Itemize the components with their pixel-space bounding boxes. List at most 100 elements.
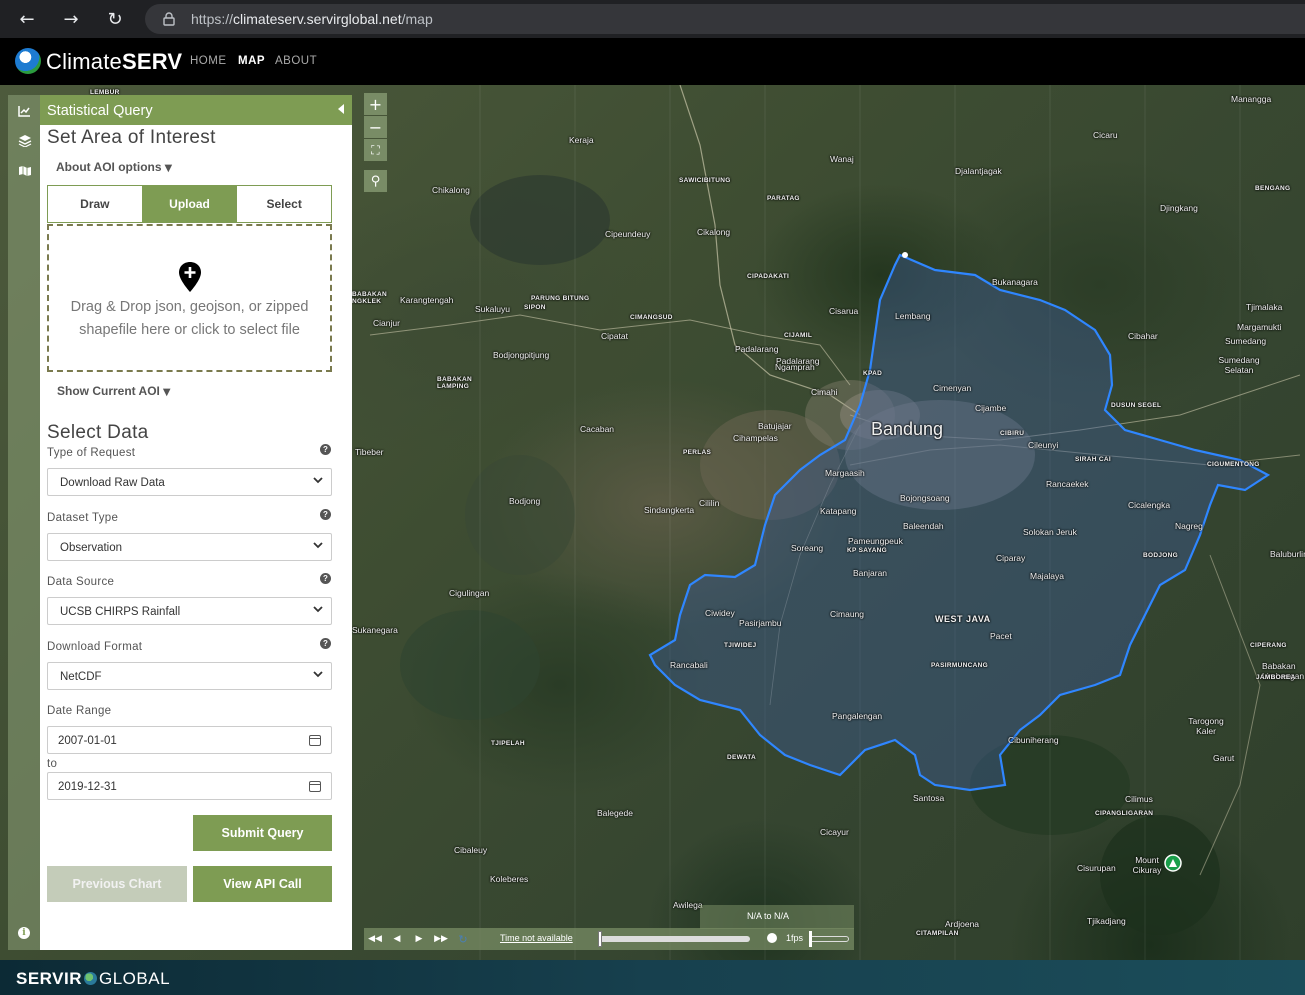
map-label: Pameungpeuk bbox=[848, 536, 903, 546]
map-label: Cimaung bbox=[830, 609, 865, 619]
zoom-out-button[interactable]: − bbox=[364, 116, 387, 138]
time-slider-track[interactable] bbox=[598, 936, 750, 942]
chart-icon[interactable] bbox=[17, 103, 32, 118]
map-label: DEWATA bbox=[727, 754, 756, 761]
map-label: Tarogong Kaler bbox=[1188, 716, 1224, 736]
about-aoi-toggle[interactable]: About AOI options ▼ bbox=[56, 160, 172, 174]
map-label: Sindangkerta bbox=[644, 505, 695, 515]
select-value: Download Raw Data bbox=[60, 477, 165, 489]
select-value: NetCDF bbox=[60, 671, 102, 683]
download-format-select[interactable]: NetCDF bbox=[47, 662, 332, 690]
map-label: Cikalong bbox=[697, 227, 731, 237]
url-scheme: https:// bbox=[191, 11, 234, 27]
help-icon[interactable]: ? bbox=[320, 444, 331, 455]
start-date-value: 2007-01-01 bbox=[58, 735, 117, 747]
fps-slider-handle[interactable] bbox=[809, 931, 812, 947]
map-label: Tjimalaka bbox=[1246, 302, 1283, 312]
map-label: CIMANGSUD bbox=[630, 314, 673, 321]
map-label: Keraja bbox=[569, 135, 594, 145]
url-host: climateserv.servirglobal.net bbox=[233, 11, 402, 27]
map-label: Banjaran bbox=[853, 568, 888, 578]
map-label: SIRAH CAI bbox=[1075, 456, 1111, 463]
data-source-select[interactable]: UCSB CHIRPS Rainfall bbox=[47, 597, 332, 625]
forward-icon[interactable]: → bbox=[60, 8, 82, 30]
map-label: Cipatat bbox=[601, 331, 628, 341]
map-label: Santosa bbox=[913, 793, 945, 803]
help-icon[interactable]: ? bbox=[320, 573, 331, 584]
map-label: Cihampelas bbox=[733, 433, 778, 443]
map-label: Pangalengan bbox=[832, 711, 883, 721]
zoom-in-button[interactable]: + bbox=[364, 93, 387, 115]
help-icon[interactable]: ? bbox=[320, 638, 331, 649]
loop-icon[interactable]: ↻ bbox=[454, 931, 472, 947]
type-of-request-select[interactable]: Download Raw Data bbox=[47, 468, 332, 496]
map-label: Cibuniherang bbox=[1008, 735, 1059, 745]
map-label: Bukanagara bbox=[992, 277, 1038, 287]
collapse-panel-icon[interactable] bbox=[338, 104, 344, 114]
reload-icon[interactable]: ↻ bbox=[104, 8, 126, 30]
time-slider-handle[interactable] bbox=[598, 931, 602, 947]
fps-slider-track[interactable] bbox=[809, 936, 849, 942]
layers-icon[interactable] bbox=[17, 133, 32, 148]
map-label: Rancabali bbox=[670, 660, 708, 670]
map-label: CIJAMIL bbox=[784, 332, 813, 339]
calendar-icon[interactable] bbox=[309, 781, 321, 792]
nav-about[interactable]: ABOUT bbox=[275, 55, 317, 67]
map-label: Cipeundeuy bbox=[605, 229, 651, 239]
map-label: KP SAYANG bbox=[847, 547, 888, 554]
map-label: Ardjoena bbox=[945, 919, 980, 929]
map-label: SAWICIBITUNG bbox=[679, 177, 731, 184]
time-range-box: N/A to N/A bbox=[700, 905, 854, 929]
map-label: Tibeber bbox=[355, 447, 384, 457]
map-label: Sumedang Selatan bbox=[1218, 355, 1260, 375]
date-to-label: to bbox=[47, 758, 58, 770]
previous-chart-button[interactable]: Previous Chart bbox=[47, 866, 187, 902]
end-date-input[interactable]: 2019-12-31 bbox=[47, 772, 332, 800]
rewind-icon[interactable]: ◀◀ bbox=[366, 931, 384, 947]
map-label: Cicaru bbox=[1093, 130, 1118, 140]
show-current-aoi-toggle[interactable]: Show Current AOI ▼ bbox=[57, 384, 171, 398]
map-label: Ngamprah bbox=[775, 362, 815, 372]
map-icon[interactable] bbox=[17, 163, 32, 178]
back-icon[interactable]: ← bbox=[16, 8, 38, 30]
help-icon[interactable]: ? bbox=[320, 509, 331, 520]
map-label: Nagreg bbox=[1175, 521, 1203, 531]
step-back-icon[interactable]: ◀ bbox=[388, 931, 406, 947]
map-label: Djalantjagak bbox=[955, 166, 1002, 176]
app-logo[interactable]: ClimateSERV bbox=[46, 49, 182, 75]
url-path: /map bbox=[401, 11, 433, 27]
map-label: JAMBOREA bbox=[1256, 674, 1296, 681]
map-label: BODJONG bbox=[1143, 552, 1178, 559]
map-label: BABAKAN LAMPING bbox=[437, 376, 472, 390]
start-date-input[interactable]: 2007-01-01 bbox=[47, 726, 332, 754]
view-api-call-button[interactable]: View API Call bbox=[193, 866, 332, 902]
map-label: PERLAS bbox=[683, 449, 712, 456]
dataset-type-select[interactable]: Observation bbox=[47, 533, 332, 561]
fullscreen-icon[interactable]: ⛶ bbox=[364, 139, 387, 161]
map-label: CIPERANG bbox=[1250, 642, 1287, 649]
calendar-icon[interactable] bbox=[309, 735, 321, 746]
play-icon[interactable]: ▶ bbox=[410, 931, 428, 947]
map-label: Wanaj bbox=[830, 154, 854, 164]
tab-draw[interactable]: Draw bbox=[48, 186, 143, 222]
info-icon[interactable]: i bbox=[18, 927, 30, 939]
servir-global-logo[interactable]: SERVIR GLOBAL bbox=[16, 969, 170, 989]
dataset-type-label: Dataset Type bbox=[47, 512, 119, 524]
map-label: Cililin bbox=[699, 498, 720, 508]
address-bar[interactable]: https://climateserv.servirglobal.net/map bbox=[145, 4, 1305, 34]
nav-map[interactable]: MAP bbox=[238, 55, 265, 67]
statistical-query-panel: Statistical Query Set Area of Interest A… bbox=[40, 95, 352, 950]
fast-forward-icon[interactable]: ▶▶ bbox=[432, 931, 450, 947]
file-dropzone[interactable]: Drag & Drop json, geojson, or zipped sha… bbox=[47, 224, 332, 372]
search-icon[interactable]: ⚲ bbox=[364, 170, 387, 192]
map-label: CIBIRU bbox=[1000, 430, 1025, 437]
tab-select[interactable]: Select bbox=[237, 186, 331, 222]
climateserv-logo-icon[interactable] bbox=[15, 48, 41, 74]
time-controls: ◀◀ ◀ ▶ ▶▶ ↻ Time not available 1fps bbox=[364, 928, 854, 950]
map-label: Cisurupan bbox=[1077, 863, 1116, 873]
map-label-west-java: WEST JAVA bbox=[935, 614, 991, 624]
map-label: Djingkang bbox=[1160, 203, 1198, 213]
tab-upload[interactable]: Upload bbox=[142, 186, 238, 222]
nav-home[interactable]: HOME bbox=[190, 55, 227, 67]
submit-query-button[interactable]: Submit Query bbox=[193, 815, 332, 851]
